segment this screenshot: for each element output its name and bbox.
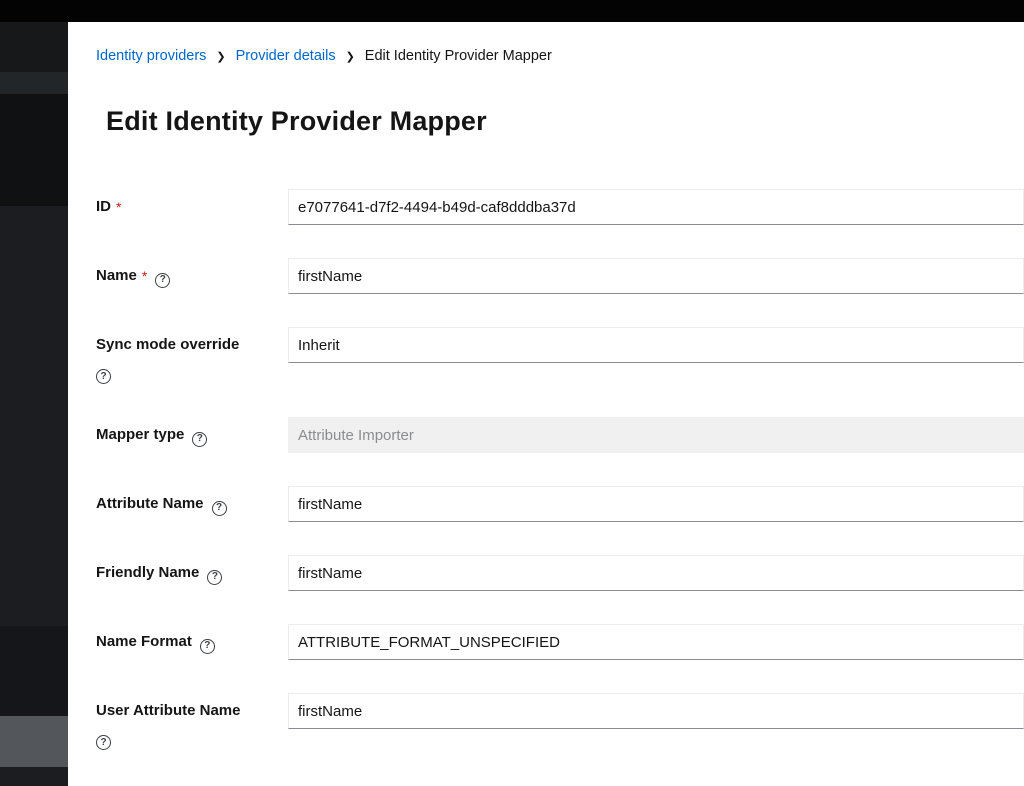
sidebar-section-lower <box>0 626 68 716</box>
field-label-column: Attribute Name? <box>96 486 288 514</box>
field-input-column <box>288 417 1024 453</box>
sidebar-section-dark <box>0 94 68 206</box>
help-icon[interactable]: ? <box>200 639 215 654</box>
main-content: Identity providers ❯ Provider details ❯ … <box>68 22 1024 786</box>
sync-mode-override-input[interactable] <box>288 327 1024 363</box>
breadcrumb-current-page: Edit Identity Provider Mapper <box>365 48 552 64</box>
field-label: Attribute Name <box>96 495 204 512</box>
masthead-bar <box>0 0 1024 22</box>
help-icon[interactable]: ? <box>212 501 227 516</box>
mapper-form: ID* Name*? Sync mode override? M <box>96 189 1024 750</box>
chevron-right-icon: ❯ <box>346 52 355 63</box>
breadcrumb: Identity providers ❯ Provider details ❯ … <box>96 48 1024 64</box>
field-label: Mapper type <box>96 426 184 443</box>
form-row-mapper-type: Mapper type? <box>96 417 1024 453</box>
breadcrumb-identity-providers[interactable]: Identity providers <box>96 48 206 64</box>
field-label-column: Mapper type? <box>96 417 288 445</box>
form-row-name-format: Name Format? <box>96 624 1024 660</box>
sidebar-section-bottom <box>0 767 68 786</box>
help-icon[interactable]: ? <box>96 369 111 384</box>
name-input[interactable] <box>288 258 1024 294</box>
help-icon[interactable]: ? <box>155 273 170 288</box>
field-input-column <box>288 693 1024 729</box>
field-input-column <box>288 555 1024 591</box>
id-input[interactable] <box>288 189 1024 225</box>
field-label: Name <box>96 267 137 284</box>
form-row-friendly-name: Friendly Name? <box>96 555 1024 591</box>
mapper-type-input[interactable] <box>288 417 1024 453</box>
name-format-input[interactable] <box>288 624 1024 660</box>
form-row-sync-mode-override: Sync mode override? <box>96 327 1024 384</box>
sidebar-section-band <box>0 72 68 94</box>
help-icon[interactable]: ? <box>207 570 222 585</box>
sidebar-active-item[interactable] <box>0 716 68 767</box>
help-icon[interactable]: ? <box>96 735 111 750</box>
attribute-name-input[interactable] <box>288 486 1024 522</box>
field-label-column: User Attribute Name? <box>96 693 288 750</box>
field-input-column <box>288 189 1024 225</box>
field-label-column: Sync mode override? <box>96 327 288 384</box>
form-row-attribute-name: Attribute Name? <box>96 486 1024 522</box>
sidebar-section-top <box>0 22 68 72</box>
field-label: User Attribute Name <box>96 702 240 719</box>
field-label-column: Name *? <box>96 258 288 286</box>
field-label-column: Name Format? <box>96 624 288 652</box>
field-input-column <box>288 327 1024 363</box>
breadcrumb-provider-details[interactable]: Provider details <box>236 48 336 64</box>
sidebar-section-main <box>0 206 68 626</box>
field-label: Friendly Name <box>96 564 199 581</box>
field-input-column <box>288 486 1024 522</box>
page-title: Edit Identity Provider Mapper <box>106 106 1024 137</box>
required-asterisk: * <box>142 268 147 284</box>
form-row-id: ID * <box>96 189 1024 225</box>
required-asterisk: * <box>116 199 121 215</box>
field-label: ID <box>96 198 111 215</box>
help-icon[interactable]: ? <box>192 432 207 447</box>
user-attribute-name-input[interactable] <box>288 693 1024 729</box>
sidebar-nav <box>0 22 68 786</box>
chevron-right-icon: ❯ <box>216 52 225 63</box>
form-row-name: Name *? <box>96 258 1024 294</box>
friendly-name-input[interactable] <box>288 555 1024 591</box>
field-label-column: Friendly Name? <box>96 555 288 583</box>
field-label: Name Format <box>96 633 192 650</box>
field-input-column <box>288 624 1024 660</box>
form-row-user-attribute-name: User Attribute Name? <box>96 693 1024 750</box>
field-input-column <box>288 258 1024 294</box>
field-label: Sync mode override <box>96 336 239 353</box>
field-label-column: ID * <box>96 189 288 217</box>
